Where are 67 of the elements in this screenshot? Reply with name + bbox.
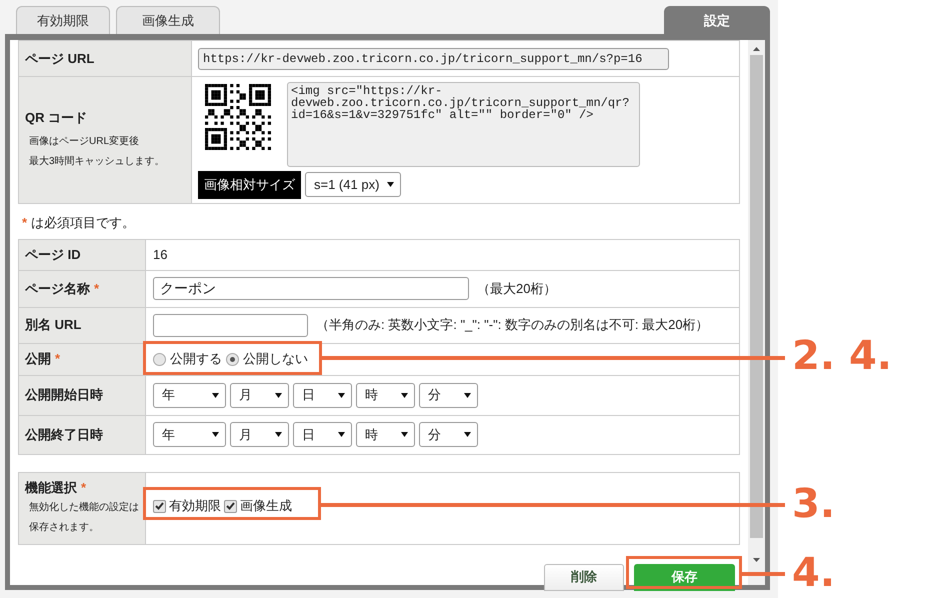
hint-text: （半角のみ: 英数小文字: "_": "-": 数字のみの別名は不可: 最大20桁） <box>316 316 709 334</box>
tab[interactable]: 画像生成 <box>116 6 220 34</box>
caret-icon <box>387 182 394 188</box>
checkbox[interactable] <box>224 500 237 512</box>
select-field[interactable]: 日 <box>293 382 352 408</box>
field-label: 別名 URL <box>25 317 82 332</box>
field-label: 公開開始日時 <box>25 387 103 402</box>
step-label: 4. <box>792 553 836 593</box>
scroll-down-icon[interactable] <box>753 558 760 562</box>
note-text: 無効化した機能の設定は <box>28 500 139 515</box>
field-label: QR コード <box>25 109 88 128</box>
caret-icon <box>212 432 219 437</box>
select-field[interactable]: 月 <box>230 382 289 408</box>
required-note: は必須項目です。 <box>31 214 136 232</box>
required-mark: * <box>22 214 28 232</box>
field-label: 公開 <box>25 351 51 366</box>
select-field[interactable]: 時 <box>356 422 415 447</box>
step-label: 3. <box>792 484 836 524</box>
field-value: 16 <box>153 246 168 264</box>
text-field[interactable]: クーポン <box>153 277 469 300</box>
note-text: 画像はページURL変更後 <box>28 134 140 149</box>
delete-button[interactable]: 削除 <box>544 564 624 590</box>
field-label: ページ名称 <box>25 280 90 296</box>
select-field[interactable]: 分 <box>419 422 478 447</box>
required-mark: * <box>81 480 86 496</box>
size-label: 画像相対サイズ <box>198 171 301 198</box>
note-text: 保存されます。 <box>28 520 100 535</box>
radio-label: 公開しない <box>243 350 308 368</box>
select-field[interactable]: 時 <box>356 382 415 408</box>
required-mark: * <box>55 351 60 366</box>
select-field[interactable]: 月 <box>230 422 289 447</box>
size-select[interactable]: s=1 (41 px) <box>305 172 401 198</box>
field-label: ページ ID <box>25 246 81 262</box>
caret-icon <box>464 392 471 398</box>
checkbox-label: 画像生成 <box>240 497 292 516</box>
select-field[interactable]: 年 <box>153 422 226 447</box>
select-field[interactable]: 分 <box>419 382 478 408</box>
text-field[interactable] <box>153 314 308 336</box>
url-field[interactable]: https://kr-devweb.zoo.tricorn.co.jp/tricorn_support_mn/s?p=16 <box>198 48 669 70</box>
note-text: 最大3時間キャッシュします。 <box>28 154 166 169</box>
caret-icon <box>275 392 282 398</box>
required-mark: * <box>94 280 100 296</box>
radio-button[interactable] <box>226 352 239 366</box>
tab[interactable]: 有効期限 <box>16 6 110 34</box>
caret-icon <box>212 392 219 398</box>
embed-code-field[interactable]: <img src="https://kr-devweb.zoo.tricorn.co.jp/tricorn_support_mn/qr?id=16&s=1&v=329751fc" alt="" border="0" /> <box>287 82 640 167</box>
caret-icon <box>401 392 408 398</box>
radio-button[interactable] <box>153 352 166 366</box>
hint-text: （最大20桁） <box>477 280 556 298</box>
caret-icon <box>464 432 471 437</box>
scroll-up-icon[interactable] <box>753 47 760 51</box>
caret-icon <box>338 432 345 437</box>
checkbox[interactable] <box>153 500 166 512</box>
field-label: 機能選択 <box>25 480 77 496</box>
field-label: ページ URL <box>25 50 94 66</box>
checkbox-label: 有効期限 <box>169 497 221 516</box>
caret-icon <box>401 432 408 437</box>
field-label: 公開終了日時 <box>25 426 103 442</box>
qr-code <box>205 84 271 150</box>
select-field[interactable]: 日 <box>293 422 352 447</box>
select-field[interactable]: 年 <box>153 382 226 408</box>
caret-icon <box>275 432 282 437</box>
scrollbar-thumb[interactable] <box>750 55 763 538</box>
radio-label: 公開する <box>170 350 222 368</box>
step-label: 2. 4. <box>792 336 892 376</box>
caret-icon <box>338 392 345 398</box>
tab[interactable]: 設定 <box>664 6 770 34</box>
